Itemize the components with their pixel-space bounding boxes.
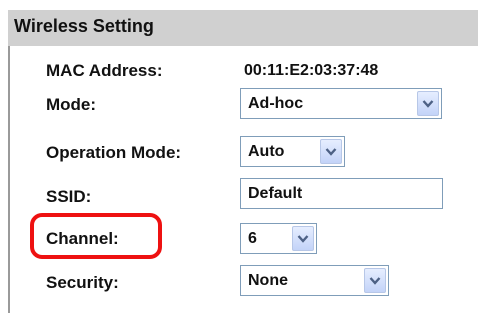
channel-dropdown-button[interactable] [292, 226, 314, 251]
ssid-label: SSID: [46, 187, 92, 206]
chevron-down-icon [297, 235, 309, 243]
operation-mode-selected-value: Auto [248, 143, 285, 160]
section-header: Wireless Setting [8, 10, 478, 46]
mode-label: Mode: [46, 95, 97, 114]
panel-left-border [8, 46, 10, 313]
channel-select[interactable]: 6 [240, 223, 317, 254]
security-label: Security: [46, 273, 119, 292]
chevron-down-icon [325, 148, 337, 156]
mac-address-value: 00:11:E2:03:37:48 [244, 62, 379, 79]
chevron-down-icon [369, 277, 381, 285]
security-select[interactable]: None [240, 265, 389, 296]
section-title: Wireless Setting [14, 16, 154, 36]
wireless-setting-panel: Wireless Setting MAC Address: 00:11:E2:0… [0, 0, 482, 313]
security-selected-value: None [248, 272, 288, 289]
channel-label: Channel: [46, 229, 119, 248]
operation-mode-label: Operation Mode: [46, 143, 182, 162]
security-dropdown-button[interactable] [364, 268, 386, 293]
ssid-input[interactable]: Default [240, 178, 443, 209]
operation-mode-dropdown-button[interactable] [320, 139, 342, 164]
mode-selected-value: Ad-hoc [248, 95, 304, 112]
mode-dropdown-button[interactable] [417, 91, 439, 116]
chevron-down-icon [422, 100, 434, 108]
ssid-input-value: Default [248, 185, 303, 202]
operation-mode-select[interactable]: Auto [240, 136, 345, 167]
mode-select[interactable]: Ad-hoc [240, 88, 442, 119]
mac-address-label: MAC Address: [46, 61, 163, 80]
channel-selected-value: 6 [248, 230, 257, 247]
